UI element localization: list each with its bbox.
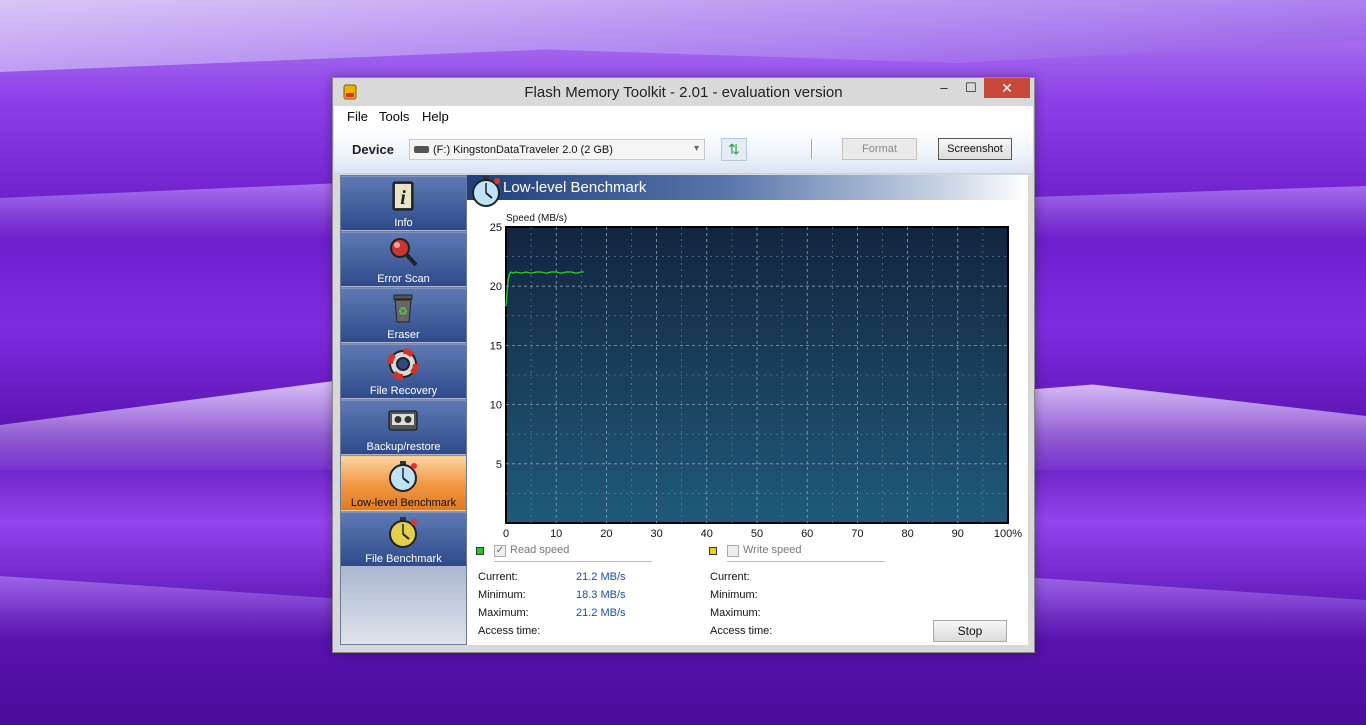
device-select[interactable]: (F:) KingstonDataTraveler 2.0 (2 GB) ▾ bbox=[409, 139, 705, 160]
y-tick-label: 25 bbox=[490, 222, 502, 234]
x-tick-label: 80 bbox=[901, 528, 913, 540]
sidebar-item-label: Low-level Benchmark bbox=[350, 497, 457, 509]
sidebar-item-label: Error Scan bbox=[377, 273, 430, 285]
refresh-button[interactable]: ⇅ bbox=[721, 138, 747, 161]
info-icon: i bbox=[392, 181, 414, 211]
device-label: Device bbox=[352, 142, 394, 157]
sidebar-item-info[interactable]: i Info bbox=[341, 176, 466, 231]
menu-help[interactable]: Help bbox=[422, 109, 449, 124]
menu-tools[interactable]: Tools bbox=[379, 109, 409, 124]
menu-bar: File Tools Help bbox=[334, 106, 1033, 128]
x-tick-label: 20 bbox=[600, 528, 612, 540]
stopwatch-yellow-icon bbox=[389, 517, 417, 548]
recycle-bin-icon: ♻ bbox=[393, 294, 413, 323]
benchmark-chart: Speed (MB/s) 5 10 15 20 25 0 10 20 30 40 50 60 70 80… bbox=[490, 213, 1023, 540]
read-minimum-value: 18.3 MB/s bbox=[576, 589, 626, 601]
tape-icon bbox=[388, 410, 418, 431]
write-speed-checkbox[interactable] bbox=[727, 545, 739, 557]
x-tick-label: 90 bbox=[952, 528, 964, 540]
write-minimum-label: Minimum: bbox=[710, 589, 758, 601]
lifebuoy-icon bbox=[387, 348, 419, 380]
sidebar-item-label: File Benchmark bbox=[365, 553, 442, 565]
x-tick-label: 30 bbox=[650, 528, 662, 540]
checkmark-icon: ✓ bbox=[495, 545, 505, 556]
read-speed-swatch bbox=[476, 547, 484, 555]
read-current-label: Current: bbox=[478, 571, 518, 583]
y-tick-label: 10 bbox=[490, 400, 502, 412]
x-tick-label: 100% bbox=[994, 528, 1022, 540]
x-tick-label: 50 bbox=[751, 528, 763, 540]
section-header: Low-level Benchmark bbox=[467, 175, 1028, 200]
write-maximum-label: Maximum: bbox=[710, 607, 761, 619]
maximize-button[interactable]: ☐ bbox=[957, 78, 985, 98]
read-minimum-label: Minimum: bbox=[478, 589, 526, 601]
read-speed-label: Read speed bbox=[510, 544, 570, 556]
read-access-time-label: Access time: bbox=[478, 625, 541, 637]
write-speed-swatch bbox=[709, 547, 717, 555]
chevron-down-icon: ▾ bbox=[693, 143, 699, 154]
sidebar-item-backup-restore[interactable]: Backup/restore bbox=[341, 400, 466, 455]
legend-divider bbox=[727, 561, 885, 562]
stopwatch-icon bbox=[389, 461, 417, 492]
toolbar-separator bbox=[811, 139, 813, 159]
sidebar-item-low-level-benchmark[interactable]: Low-level Benchmark bbox=[341, 456, 466, 511]
menu-file[interactable]: File bbox=[347, 109, 368, 124]
chart-y-ticks: 5 10 15 20 25 bbox=[490, 222, 502, 471]
write-access-time-label: Access time: bbox=[710, 625, 773, 637]
write-current-label: Current: bbox=[710, 571, 750, 583]
x-tick-label: 0 bbox=[503, 528, 509, 540]
stopwatch-icon bbox=[472, 176, 500, 207]
screenshot-button[interactable]: Screenshot bbox=[938, 138, 1012, 160]
sidebar-item-label: File Recovery bbox=[369, 385, 438, 397]
x-tick-label: 70 bbox=[851, 528, 863, 540]
title-bar[interactable]: Flash Memory Toolkit - 2.01 - evaluation… bbox=[333, 78, 1034, 106]
x-tick-label: 10 bbox=[550, 528, 562, 540]
write-speed-label: Write speed bbox=[743, 544, 802, 556]
sidebar-item-eraser[interactable]: ♻ Eraser bbox=[341, 288, 466, 343]
chart-y-axis-label: Speed (MB/s) bbox=[506, 213, 567, 224]
sidebar-item-file-recovery[interactable]: File Recovery bbox=[341, 344, 466, 399]
sidebar-item-label: Info bbox=[394, 217, 413, 229]
sidebar-item-error-scan[interactable]: Error Scan bbox=[341, 232, 466, 287]
svg-text:♻: ♻ bbox=[398, 305, 408, 318]
window-title: Flash Memory Toolkit - 2.01 - evaluation… bbox=[524, 84, 843, 101]
sidebar-item-label: Eraser bbox=[387, 329, 420, 341]
sidebar-item-file-benchmark[interactable]: File Benchmark bbox=[341, 512, 466, 567]
refresh-icon: ⇅ bbox=[728, 141, 740, 157]
device-select-value: (F:) KingstonDataTraveler 2.0 (2 GB) bbox=[433, 144, 613, 156]
read-maximum-value: 21.2 MB/s bbox=[576, 607, 626, 619]
sidebar: i Info Error Scan ♻ Eraser File Recovery… bbox=[340, 175, 467, 645]
read-current-value: 21.2 MB/s bbox=[576, 571, 626, 583]
sidebar-item-label: Backup/restore bbox=[366, 441, 441, 453]
magnifier-icon bbox=[390, 238, 418, 267]
y-tick-label: 20 bbox=[490, 281, 502, 293]
x-tick-label: 40 bbox=[701, 528, 713, 540]
format-button[interactable]: Format bbox=[842, 138, 917, 160]
legend-divider bbox=[494, 561, 652, 562]
app-window: Flash Memory Toolkit - 2.01 - evaluation… bbox=[332, 77, 1035, 653]
main-panel: Low-level Benchmark Speed (MB/s) 5 10 15 20… bbox=[467, 175, 1028, 645]
y-tick-label: 5 bbox=[496, 459, 502, 471]
section-title: Low-level Benchmark bbox=[503, 179, 647, 196]
read-maximum-label: Maximum: bbox=[478, 607, 529, 619]
svg-text:i: i bbox=[400, 187, 406, 209]
usb-drive-icon bbox=[414, 146, 429, 153]
close-button[interactable]: ✕ bbox=[984, 78, 1030, 98]
minimize-button[interactable]: – bbox=[930, 78, 958, 98]
read-speed-checkbox[interactable]: ✓ bbox=[494, 545, 506, 557]
x-tick-label: 60 bbox=[801, 528, 813, 540]
y-tick-label: 15 bbox=[490, 340, 502, 352]
device-toolbar: Device (F:) KingstonDataTraveler 2.0 (2 … bbox=[334, 128, 1033, 174]
stop-button[interactable]: Stop bbox=[933, 620, 1007, 642]
chart-x-ticks: 0 10 20 30 40 50 60 70 80 90 100% bbox=[503, 528, 1022, 540]
